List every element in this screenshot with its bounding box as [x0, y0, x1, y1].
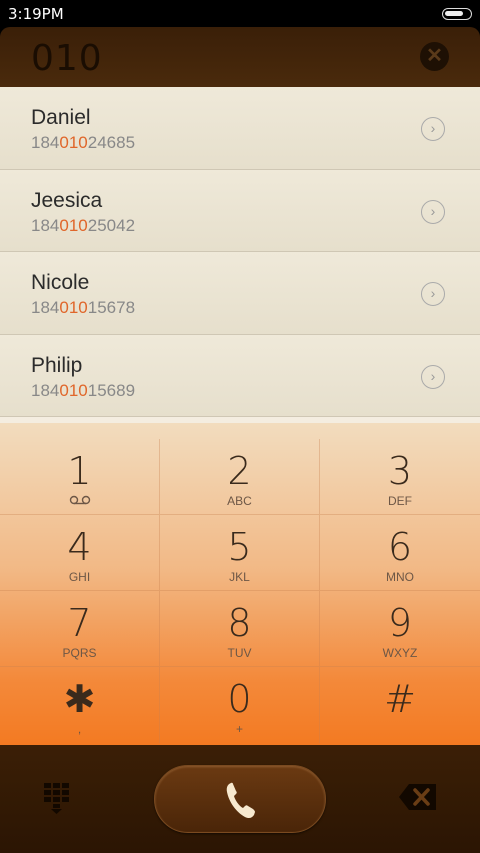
clear-icon[interactable]: ✕ — [420, 42, 449, 71]
phone-icon — [226, 782, 255, 819]
chevron-right-icon[interactable]: › — [421, 199, 445, 224]
list-item[interactable]: Nicole 18401015678 › — [0, 252, 480, 335]
call-button[interactable] — [154, 765, 326, 833]
dial-header: 010 ✕ — [0, 27, 480, 87]
status-bar: 3:19PM — [0, 0, 480, 27]
key-2[interactable]: 2 ABC — [160, 439, 320, 515]
contact-name: Philip — [31, 353, 83, 377]
dial-keypad: 1 2 ABC 3 DEF 4 GHI 5 JKL 6 MNO 7 PQRS 8… — [0, 423, 480, 745]
contact-name: Jeesica — [31, 188, 103, 212]
key-hash[interactable]: # — [320, 667, 480, 743]
voicemail-icon — [0, 494, 159, 508]
key-1[interactable]: 1 — [0, 439, 160, 515]
status-time: 3:19PM — [8, 5, 64, 23]
contact-number: 18401015678 — [31, 298, 136, 317]
contact-name: Daniel — [31, 106, 91, 129]
key-5[interactable]: 5 JKL — [160, 515, 320, 591]
keypad-toggle-icon[interactable] — [41, 780, 77, 816]
list-item[interactable]: Jeesica 18401025042 › — [0, 169, 480, 252]
key-7[interactable]: 7 PQRS — [0, 591, 160, 667]
backspace-icon[interactable] — [397, 781, 439, 813]
key-8[interactable]: 8 TUV — [160, 591, 320, 667]
list-item[interactable]: Daniel 18401024685 › — [0, 87, 480, 170]
list-item[interactable]: Philip 18401015689 › — [0, 334, 480, 417]
key-6[interactable]: 6 MNO — [320, 515, 480, 591]
contact-number: 18401024685 — [31, 133, 136, 152]
chevron-right-icon[interactable]: › — [421, 364, 445, 389]
dialed-number[interactable]: 010 — [31, 38, 103, 79]
chevron-right-icon[interactable]: › — [421, 117, 445, 141]
key-3[interactable]: 3 DEF — [320, 439, 480, 515]
key-0[interactable]: 0 + — [160, 667, 320, 743]
key-4[interactable]: 4 GHI — [0, 515, 160, 591]
chevron-right-icon[interactable]: › — [421, 282, 445, 306]
contact-number: 18401025042 — [31, 215, 136, 235]
battery-level — [445, 11, 463, 16]
contact-name: Nicole — [31, 271, 90, 294]
bottom-bar — [0, 745, 480, 853]
key-9[interactable]: 9 WXYZ — [320, 591, 480, 667]
key-star[interactable]: ✱ , — [0, 667, 160, 743]
search-results: Daniel 18401024685 › Jeesica 18401025042… — [0, 87, 480, 417]
contact-number: 18401015689 — [31, 380, 136, 400]
battery-icon — [442, 8, 472, 20]
